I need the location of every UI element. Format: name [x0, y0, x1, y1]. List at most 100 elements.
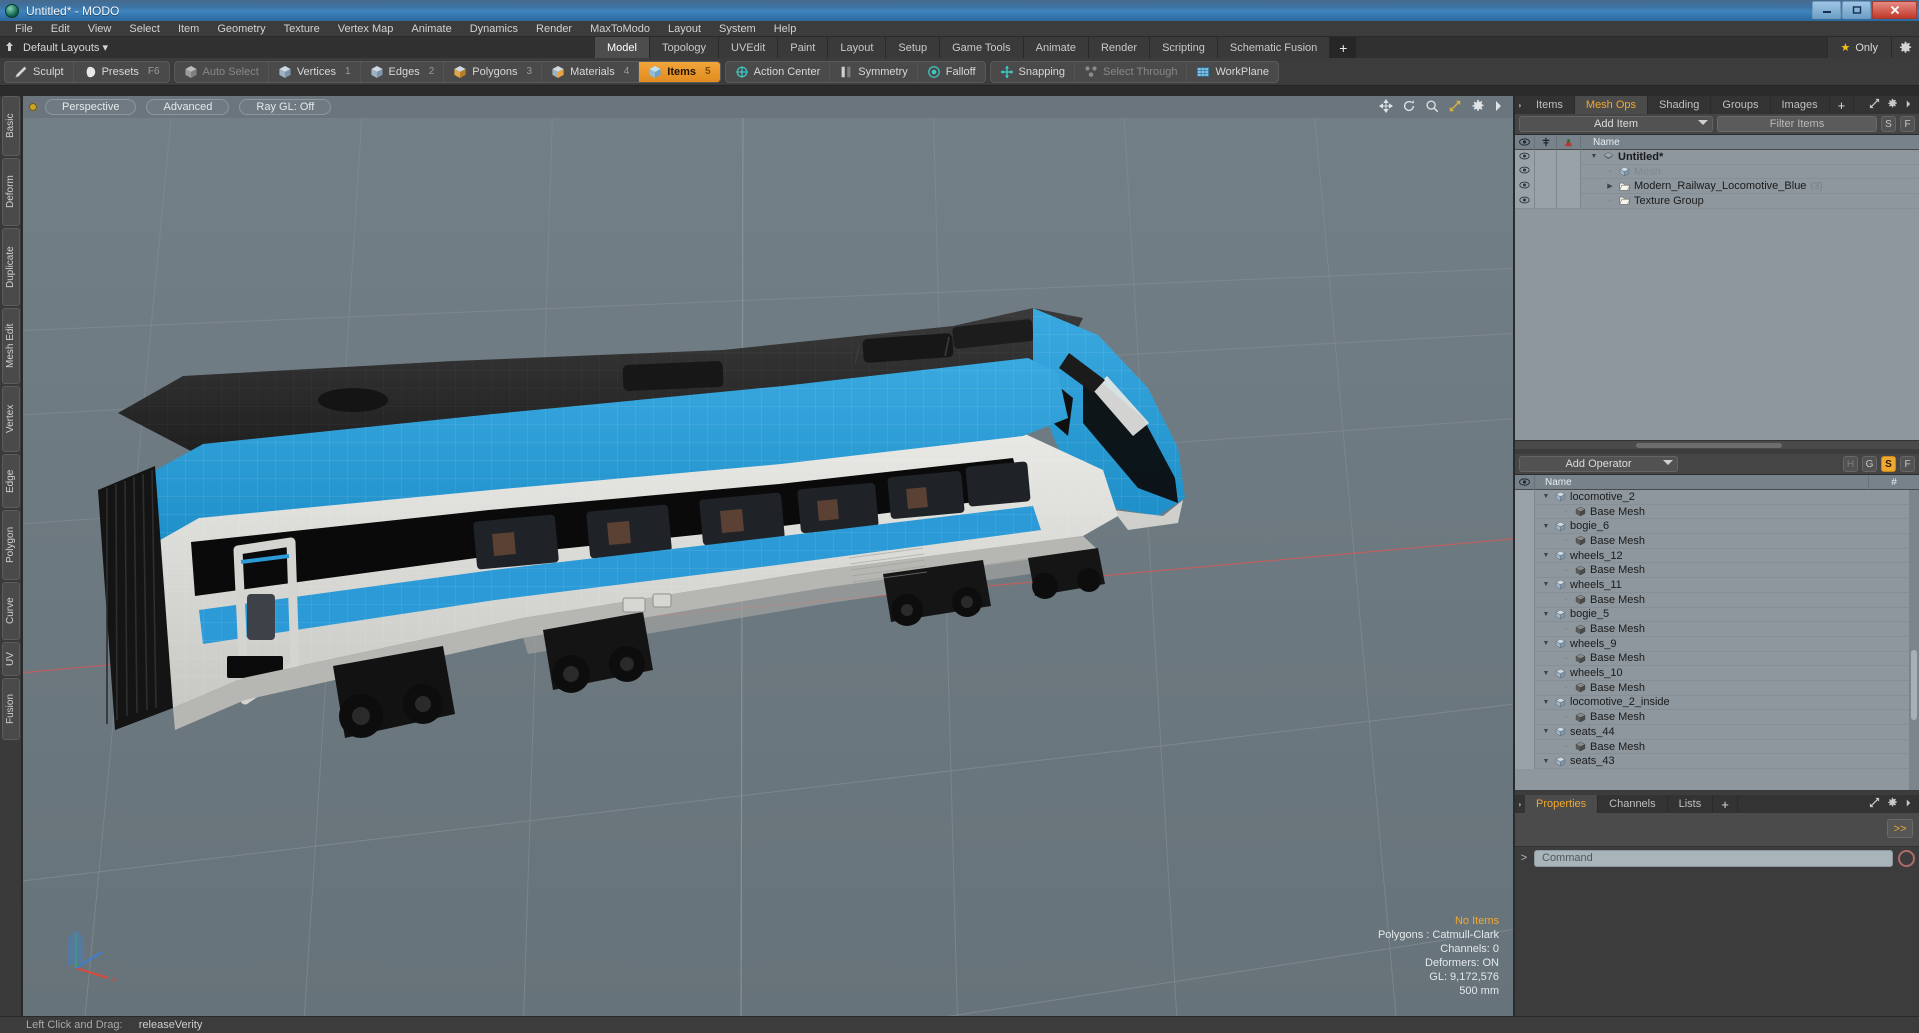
- properties-tab-channels[interactable]: Channels: [1598, 795, 1668, 813]
- operator-tree[interactable]: ▼ locomotive_2 · Base Mesh ▼ bogie_6 · Base Mes…: [1515, 490, 1919, 790]
- menu-item-geometry[interactable]: Geometry: [208, 21, 274, 37]
- eye-icon[interactable]: [1515, 621, 1535, 637]
- operator-tree-row[interactable]: ▼ wheels_12: [1515, 548, 1919, 564]
- viewport-canvas[interactable]: x No Items Polygons: Catmull-Clark Chan…: [23, 118, 1513, 1016]
- tree-twisty-icon[interactable]: ▶: [1605, 182, 1615, 190]
- item-tree-row[interactable]: ▶ Modern_Railway_Locomotive_Blue (3): [1515, 178, 1919, 195]
- operator-tree-row[interactable]: · Base Mesh: [1515, 709, 1919, 725]
- properties-tab-lists[interactable]: Lists: [1668, 795, 1714, 813]
- operator-tree-row[interactable]: · Base Mesh: [1515, 562, 1919, 579]
- operator-tree-vscrollbar[interactable]: [1909, 490, 1919, 790]
- tree-twisty-icon[interactable]: ·: [1561, 684, 1571, 691]
- panel-tab-mesh-ops[interactable]: Mesh Ops: [1574, 96, 1649, 114]
- 3d-viewport[interactable]: Perspective Advanced Ray GL: Off x No It…: [23, 96, 1513, 1016]
- item-render-cell[interactable]: [1557, 150, 1581, 165]
- expand-icon[interactable]: [1869, 98, 1880, 112]
- train-model[interactable]: [23, 118, 1513, 1016]
- expand-icon[interactable]: [1869, 797, 1880, 811]
- operator-tree-row[interactable]: ▼ locomotive_2_inside: [1515, 695, 1919, 711]
- layout-tab-topology[interactable]: Topology: [649, 37, 720, 58]
- zoom-icon[interactable]: [1425, 99, 1439, 116]
- layout-tab-render[interactable]: Render: [1088, 37, 1151, 58]
- mode-button-action-center[interactable]: Action Center: [726, 61, 831, 82]
- tree-twisty-icon[interactable]: ▼: [1541, 493, 1551, 500]
- tree-twisty-icon[interactable]: ▼: [1541, 640, 1551, 647]
- operator-tree-row[interactable]: · Base Mesh: [1515, 651, 1919, 667]
- properties-expand-button[interactable]: >>: [1887, 819, 1913, 838]
- record-icon[interactable]: [1898, 849, 1915, 867]
- tree-twisty-icon[interactable]: ▼: [1541, 552, 1551, 559]
- chevron-right-icon[interactable]: [1494, 100, 1503, 115]
- render-icon[interactable]: [1557, 134, 1581, 150]
- eye-icon[interactable]: [1515, 193, 1535, 209]
- mode-button-presets[interactable]: Presets F6: [74, 62, 169, 82]
- pan-icon[interactable]: [1379, 98, 1393, 116]
- mode-button-items[interactable]: Items 5: [639, 61, 720, 82]
- maximize-button[interactable]: [1842, 1, 1871, 19]
- item-tree-row[interactable]: ▼ Untitled*: [1515, 150, 1919, 165]
- item-tree-row[interactable]: · Mesh: [1515, 164, 1919, 180]
- viewport-raygl-dropdown[interactable]: Ray GL: Off: [239, 99, 332, 115]
- eye-icon[interactable]: [1515, 164, 1535, 179]
- left-tool-tab-vertex[interactable]: Vertex: [2, 386, 20, 452]
- chevron-right-icon[interactable]: [1905, 99, 1912, 112]
- menu-item-texture[interactable]: Texture: [275, 21, 329, 37]
- operator-tree-row[interactable]: ▼ locomotive_2: [1515, 490, 1919, 505]
- add-panel-tab-button[interactable]: +: [1830, 96, 1855, 114]
- operator-tree-row[interactable]: · Base Mesh: [1515, 680, 1919, 696]
- operator-tree-row[interactable]: ▼ seats_44: [1515, 724, 1919, 740]
- eye-icon[interactable]: [1515, 178, 1535, 194]
- item-lock-cell[interactable]: [1535, 178, 1557, 194]
- mode-button-select-through[interactable]: Select Through: [1075, 61, 1188, 82]
- mode-button-snapping[interactable]: Snapping: [991, 61, 1076, 82]
- menu-item-maxtomodo[interactable]: MaxToModo: [581, 21, 659, 37]
- operator-tree-row[interactable]: · Base Mesh: [1515, 533, 1919, 549]
- operator-g-button[interactable]: G: [1862, 456, 1877, 472]
- item-tree-row[interactable]: · Texture Group: [1515, 193, 1919, 209]
- add-layout-tab-button[interactable]: +: [1330, 37, 1357, 58]
- eye-icon[interactable]: [1515, 592, 1535, 607]
- item-lock-cell[interactable]: [1535, 193, 1557, 209]
- mode-button-symmetry[interactable]: Symmetry: [830, 61, 918, 82]
- lock-icon[interactable]: [1535, 134, 1557, 150]
- item-render-cell[interactable]: [1557, 164, 1581, 179]
- close-button[interactable]: [1872, 1, 1917, 19]
- eye-icon[interactable]: [1515, 504, 1535, 519]
- filter-items-input[interactable]: Filter Items: [1717, 116, 1877, 132]
- eye-icon[interactable]: [1515, 533, 1535, 549]
- eye-icon[interactable]: [1515, 134, 1535, 150]
- menu-item-system[interactable]: System: [710, 21, 765, 37]
- tree-twisty-icon[interactable]: ▼: [1541, 758, 1551, 765]
- panel-tab-groups[interactable]: Groups: [1711, 96, 1771, 114]
- tree-twisty-icon[interactable]: ·: [1561, 596, 1571, 603]
- operator-tree-row[interactable]: ▼ wheels_11: [1515, 577, 1919, 593]
- operator-tree-row[interactable]: · Base Mesh: [1515, 504, 1919, 520]
- eye-icon[interactable]: [1515, 651, 1535, 666]
- viewport-shading-dropdown[interactable]: Advanced: [146, 99, 230, 115]
- left-tool-tab-uv[interactable]: UV: [2, 642, 20, 676]
- item-sort-button[interactable]: S: [1881, 116, 1896, 132]
- tree-twisty-icon[interactable]: ·: [1561, 655, 1571, 662]
- gear-icon[interactable]: [1887, 797, 1898, 811]
- gear-icon[interactable]: [1891, 37, 1919, 58]
- left-tool-tab-edge[interactable]: Edge: [2, 454, 20, 508]
- tree-twisty-icon[interactable]: ▼: [1541, 728, 1551, 735]
- item-filter-button[interactable]: F: [1900, 116, 1915, 132]
- left-tool-tab-deform[interactable]: Deform: [2, 158, 20, 226]
- layout-tab-scripting[interactable]: Scripting: [1150, 37, 1218, 58]
- menu-item-view[interactable]: View: [79, 21, 121, 37]
- chevron-right-icon[interactable]: [1905, 798, 1912, 811]
- item-lock-cell[interactable]: [1535, 164, 1557, 179]
- pin-icon[interactable]: [0, 41, 18, 55]
- only-button[interactable]: ★ Only: [1826, 37, 1891, 58]
- eye-icon[interactable]: [1515, 695, 1535, 710]
- tree-twisty-icon[interactable]: ·: [1561, 508, 1571, 515]
- mode-button-auto-select[interactable]: Auto Select: [175, 61, 269, 82]
- eye-icon[interactable]: [1515, 518, 1535, 534]
- tree-twisty-icon[interactable]: ·: [1561, 714, 1571, 721]
- tree-twisty-icon[interactable]: ·: [1605, 197, 1615, 204]
- menu-item-file[interactable]: File: [6, 21, 42, 37]
- item-render-cell[interactable]: [1557, 178, 1581, 194]
- operator-tree-row[interactable]: ▼ wheels_10: [1515, 665, 1919, 681]
- viewport-view-dropdown[interactable]: Perspective: [45, 99, 137, 115]
